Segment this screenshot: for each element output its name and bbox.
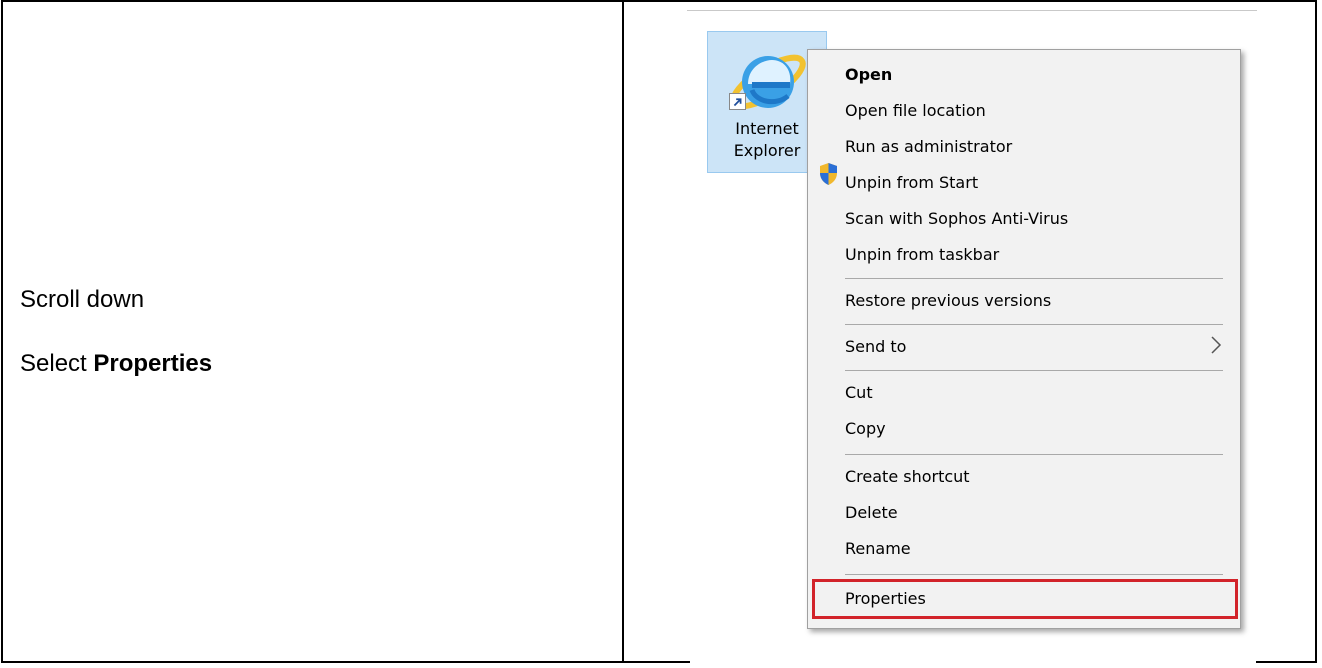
menu-item-send-to[interactable]: Send to: [845, 337, 906, 357]
menu-item-restore-previous-versions[interactable]: Restore previous versions: [845, 291, 1051, 311]
properties-highlight-box: [812, 579, 1238, 619]
menu-separator: [845, 324, 1223, 325]
menu-item-open-file-location[interactable]: Open file location: [845, 101, 986, 121]
menu-item-unpin-from-taskbar[interactable]: Unpin from taskbar: [845, 245, 999, 265]
chevron-right-icon: [1211, 336, 1222, 354]
menu-item-create-shortcut[interactable]: Create shortcut: [845, 467, 970, 487]
menu-item-rename[interactable]: Rename: [845, 539, 911, 559]
screenshot-top-border: [687, 10, 1257, 11]
menu-item-unpin-from-start[interactable]: Unpin from Start: [845, 173, 978, 193]
instruction-select-prefix: Select: [20, 350, 94, 377]
menu-item-open[interactable]: Open: [845, 65, 892, 85]
instruction-properties-bold: Properties: [93, 350, 213, 377]
menu-separator: [845, 574, 1223, 575]
menu-item-run-as-administrator[interactable]: Run as administrator: [845, 137, 1012, 157]
instruction-select-properties: Select Properties: [20, 350, 212, 378]
menu-separator: [845, 454, 1223, 455]
menu-separator: [845, 278, 1223, 279]
uac-shield-icon: [820, 163, 837, 185]
shortcut-arrow-icon: [729, 93, 746, 110]
menu-item-scan-with-sophos[interactable]: Scan with Sophos Anti-Virus: [845, 209, 1068, 229]
table-column-divider: [622, 0, 624, 663]
menu-item-cut[interactable]: Cut: [845, 383, 873, 403]
instruction-scroll-down: Scroll down: [20, 286, 145, 313]
menu-item-delete[interactable]: Delete: [845, 503, 898, 523]
menu-separator: [845, 370, 1223, 371]
menu-item-copy[interactable]: Copy: [845, 419, 886, 439]
